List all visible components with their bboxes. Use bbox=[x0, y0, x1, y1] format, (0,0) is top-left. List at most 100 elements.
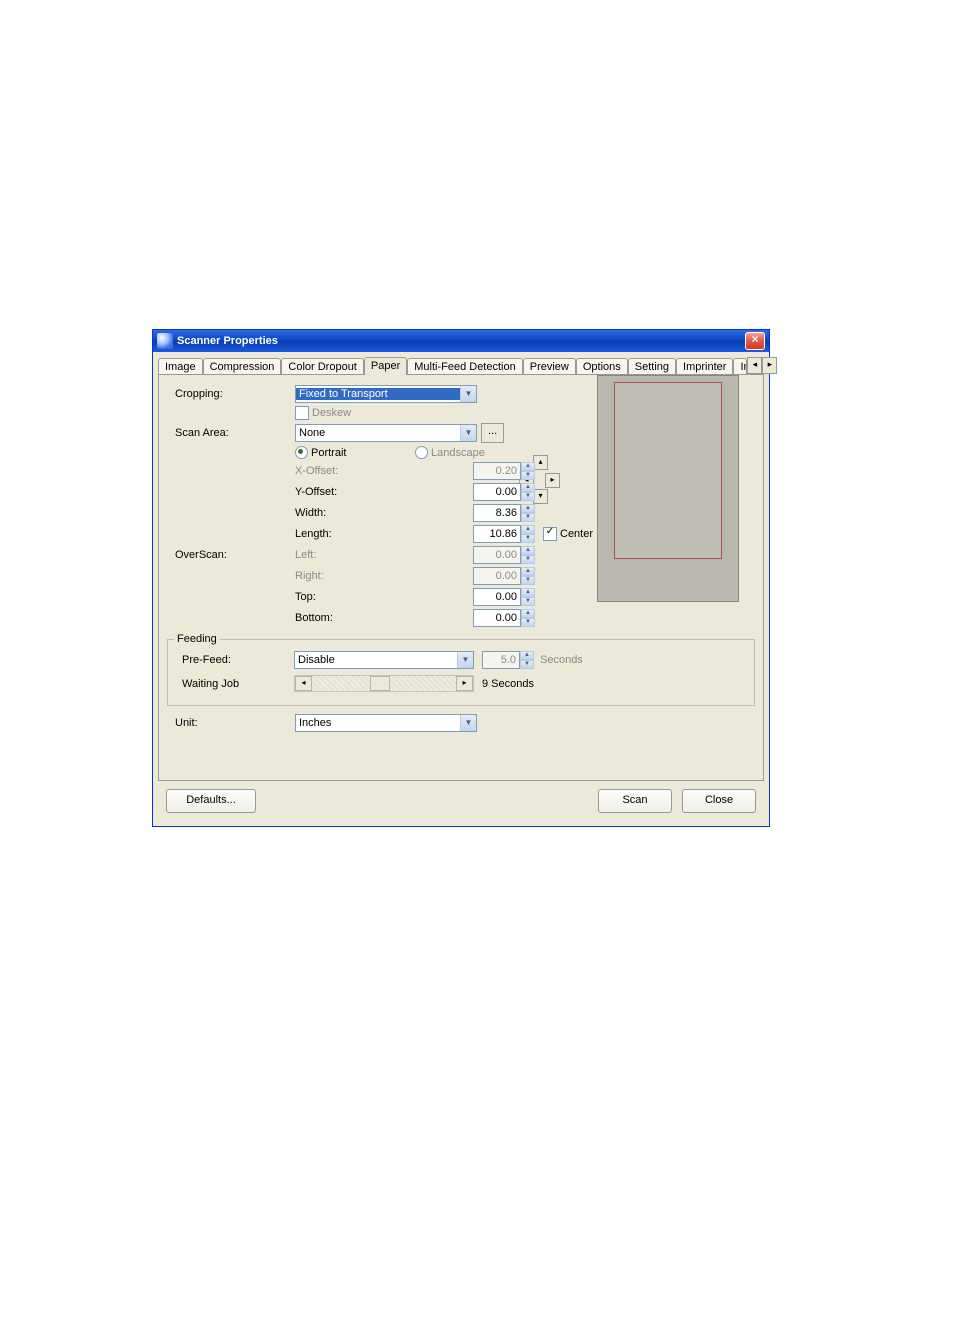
prefeed-label: Pre-Feed: bbox=[174, 654, 294, 666]
client-area: Image Compression Color Dropout Paper Mu… bbox=[156, 354, 766, 823]
tab-compression[interactable]: Compression bbox=[203, 358, 282, 375]
slider-right-icon[interactable]: ▸ bbox=[456, 676, 473, 691]
spin-up-icon[interactable]: ▲ bbox=[521, 609, 535, 618]
deskew-label: Deskew bbox=[312, 407, 351, 419]
scan-area-more-button[interactable]: ... bbox=[481, 423, 504, 443]
scan-area-value: None bbox=[296, 427, 460, 439]
prefeed-seconds-spinner: 5.0 ▲▼ bbox=[482, 651, 534, 669]
close-button[interactable]: Close bbox=[682, 789, 756, 813]
tab-image[interactable]: Image bbox=[158, 358, 203, 375]
cropping-value: Fixed to Transport bbox=[296, 388, 460, 400]
paper-tab-body: Cropping: Fixed to Transport ▼ Deskew Sc… bbox=[158, 374, 764, 781]
center-label: Center bbox=[560, 528, 593, 540]
overscan-right-label: Right: bbox=[295, 570, 415, 582]
tab-multifeed[interactable]: Multi-Feed Detection bbox=[407, 358, 523, 375]
length-spinner[interactable]: 10.86 ▲ ▼ bbox=[473, 525, 535, 543]
tab-setting[interactable]: Setting bbox=[628, 358, 676, 375]
x-offset-value: 0.20 bbox=[473, 462, 521, 480]
overscan-bottom-label: Bottom: bbox=[295, 612, 415, 624]
spin-down-icon[interactable]: ▼ bbox=[521, 513, 535, 522]
overscan-right-value: 0.00 bbox=[473, 567, 521, 585]
slider-track[interactable] bbox=[312, 676, 456, 691]
overscan-left-label: Left: bbox=[295, 549, 415, 561]
defaults-button[interactable]: Defaults... bbox=[166, 789, 256, 813]
unit-label: Unit: bbox=[167, 717, 295, 729]
scan-area-label: Scan Area: bbox=[167, 427, 295, 439]
width-spinner[interactable]: 8.36 ▲ ▼ bbox=[473, 504, 535, 522]
scan-area-dropdown[interactable]: None ▼ bbox=[295, 424, 477, 442]
unit-value: Inches bbox=[296, 717, 460, 729]
overscan-bottom-value: 0.00 bbox=[473, 609, 521, 627]
waiting-job-label: Waiting Job bbox=[174, 678, 294, 690]
tab-information[interactable]: In bbox=[733, 358, 747, 375]
prefeed-dropdown[interactable]: Disable ▼ bbox=[294, 651, 474, 669]
waiting-job-slider[interactable]: ◂ ▸ bbox=[294, 675, 474, 692]
spin-down-icon[interactable]: ▼ bbox=[521, 492, 535, 501]
overscan-bottom-spinner[interactable]: 0.00 ▲▼ bbox=[473, 609, 535, 627]
overscan-left-value: 0.00 bbox=[473, 546, 521, 564]
chevron-down-icon[interactable]: ▼ bbox=[457, 652, 473, 668]
unit-dropdown[interactable]: Inches ▼ bbox=[295, 714, 477, 732]
x-offset-label: X-Offset: bbox=[295, 465, 415, 477]
overscan-right-spinner: 0.00 ▲▼ bbox=[473, 567, 535, 585]
landscape-radio bbox=[415, 446, 428, 459]
deskew-checkbox bbox=[295, 406, 309, 420]
spin-down-icon: ▼ bbox=[521, 555, 535, 564]
cropping-label: Cropping: bbox=[167, 388, 295, 400]
tab-preview[interactable]: Preview bbox=[523, 358, 576, 375]
spin-up-icon: ▲ bbox=[521, 567, 535, 576]
tab-color-dropout[interactable]: Color Dropout bbox=[281, 358, 363, 375]
window-title: Scanner Properties bbox=[177, 335, 745, 347]
spin-up-icon: ▲ bbox=[520, 651, 534, 660]
spin-down-icon: ▼ bbox=[520, 660, 534, 669]
portrait-radio[interactable] bbox=[295, 446, 308, 459]
spin-down-icon: ▼ bbox=[521, 576, 535, 585]
tabs-scroll: ◂ ▸ bbox=[747, 357, 777, 374]
spin-up-icon[interactable]: ▲ bbox=[521, 588, 535, 597]
cropping-dropdown[interactable]: Fixed to Transport ▼ bbox=[295, 385, 477, 403]
chevron-down-icon[interactable]: ▼ bbox=[460, 386, 476, 402]
overscan-label: OverScan: bbox=[167, 549, 295, 561]
chevron-down-icon[interactable]: ▼ bbox=[460, 425, 476, 441]
feeding-group: Feeding Pre-Feed: Disable ▼ 5.0 ▲▼ Secon… bbox=[167, 633, 755, 706]
y-offset-value: 0.00 bbox=[473, 483, 521, 501]
tab-paper[interactable]: Paper bbox=[364, 357, 407, 375]
overscan-left-spinner: 0.00 ▲▼ bbox=[473, 546, 535, 564]
overscan-top-label: Top: bbox=[295, 591, 415, 603]
spin-up-icon[interactable]: ▲ bbox=[521, 504, 535, 513]
prefeed-seconds-label: Seconds bbox=[534, 654, 583, 666]
portrait-label: Portrait bbox=[311, 447, 346, 459]
length-label: Length: bbox=[295, 528, 415, 540]
center-checkbox[interactable] bbox=[543, 527, 557, 541]
prefeed-seconds-value: 5.0 bbox=[482, 651, 520, 669]
spin-down-icon: ▼ bbox=[521, 471, 535, 480]
spin-up-icon: ▲ bbox=[521, 462, 535, 471]
spin-up-icon[interactable]: ▲ bbox=[521, 483, 535, 492]
width-label: Width: bbox=[295, 507, 415, 519]
tab-options[interactable]: Options bbox=[576, 358, 628, 375]
button-row: Defaults... Scan Close bbox=[166, 789, 756, 813]
spin-up-icon: ▲ bbox=[521, 546, 535, 555]
overscan-top-value: 0.00 bbox=[473, 588, 521, 606]
overscan-top-spinner[interactable]: 0.00 ▲▼ bbox=[473, 588, 535, 606]
spin-down-icon[interactable]: ▼ bbox=[521, 597, 535, 606]
titlebar[interactable]: Scanner Properties × bbox=[153, 330, 769, 352]
waiting-job-value: 9 Seconds bbox=[474, 678, 534, 690]
width-value: 8.36 bbox=[473, 504, 521, 522]
chevron-down-icon[interactable]: ▼ bbox=[460, 715, 476, 731]
y-offset-spinner[interactable]: 0.00 ▲ ▼ bbox=[473, 483, 535, 501]
feeding-legend: Feeding bbox=[174, 633, 220, 645]
tab-imprinter[interactable]: Imprinter bbox=[676, 358, 733, 375]
tabs-scroll-right-icon[interactable]: ▸ bbox=[762, 357, 777, 374]
spin-down-icon[interactable]: ▼ bbox=[521, 534, 535, 543]
scan-button[interactable]: Scan bbox=[598, 789, 672, 813]
close-icon[interactable]: × bbox=[745, 332, 765, 350]
y-offset-label: Y-Offset: bbox=[295, 486, 415, 498]
spin-up-icon[interactable]: ▲ bbox=[521, 525, 535, 534]
length-value: 10.86 bbox=[473, 525, 521, 543]
slider-thumb[interactable] bbox=[370, 676, 390, 691]
prefeed-value: Disable bbox=[295, 654, 457, 666]
spin-down-icon[interactable]: ▼ bbox=[521, 618, 535, 627]
tabs-scroll-left-icon[interactable]: ◂ bbox=[747, 357, 762, 374]
slider-left-icon[interactable]: ◂ bbox=[295, 676, 312, 691]
